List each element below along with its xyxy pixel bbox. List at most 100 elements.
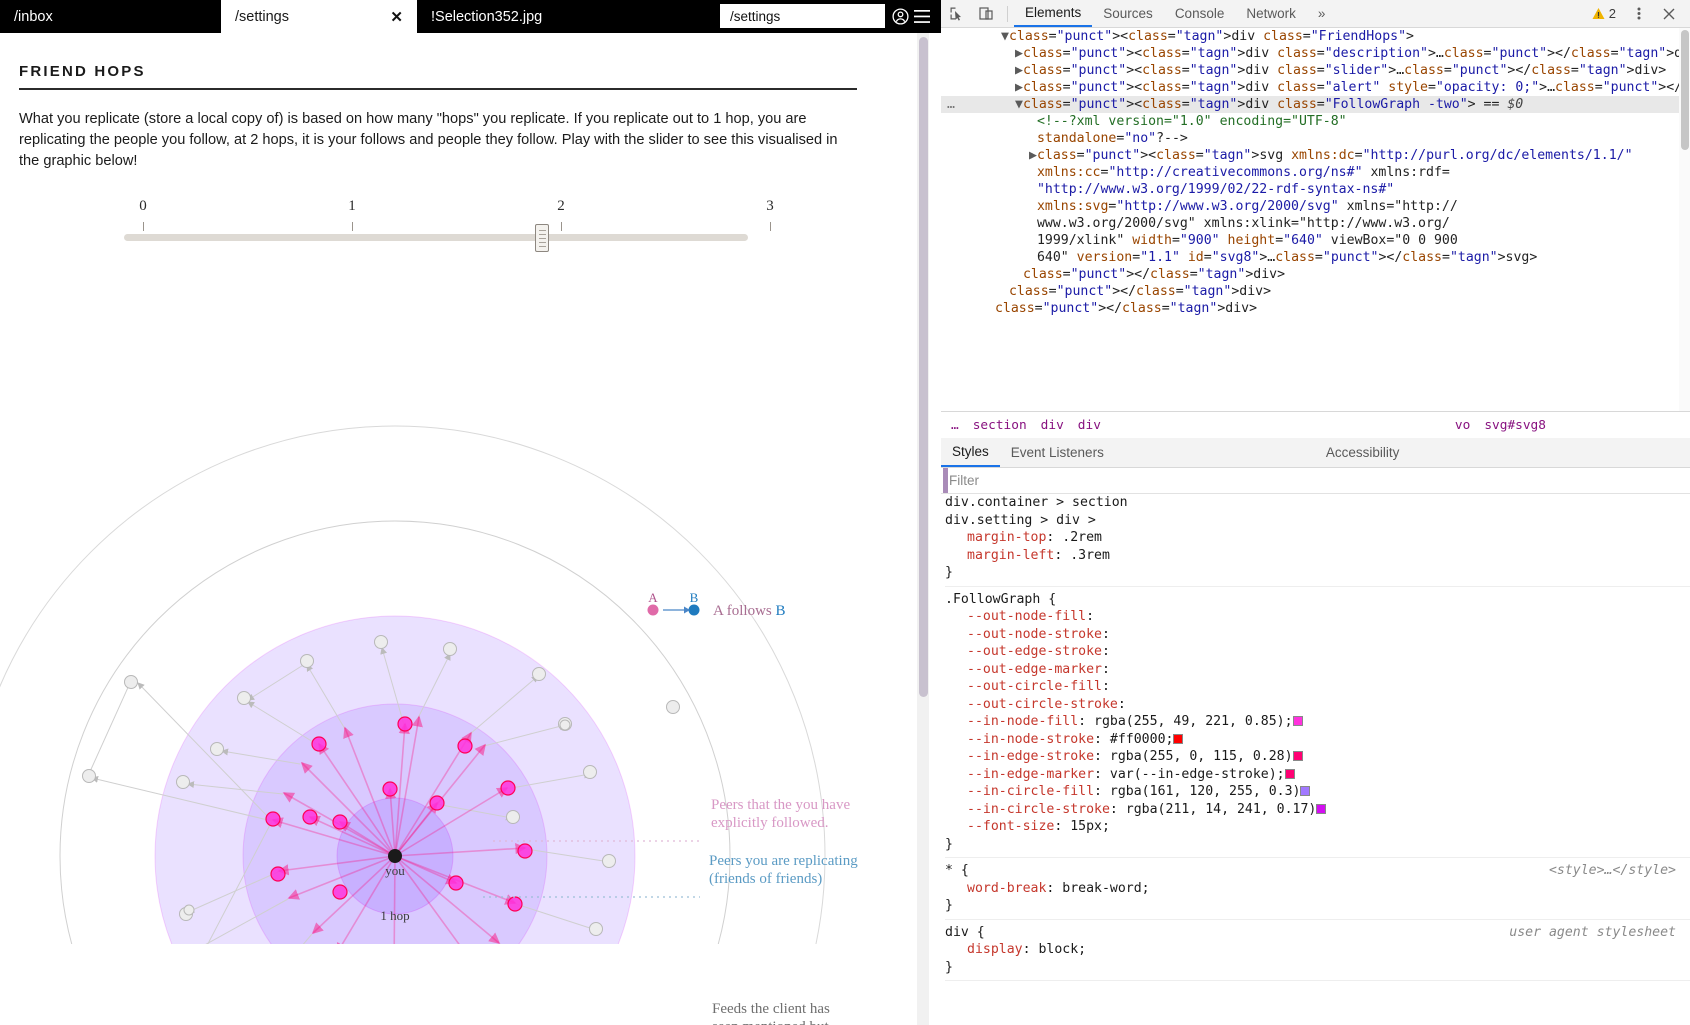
dom-node-line[interactable]: ▶class="punct"><class="tagn">svg xmlns:d… xyxy=(941,147,1690,164)
dom-expand-triangle[interactable] xyxy=(1029,216,1037,231)
dom-expand-triangle[interactable] xyxy=(1001,284,1009,299)
dom-expand-triangle[interactable]: ▶ xyxy=(1029,148,1037,163)
dom-tree[interactable]: ▼class="punct"><class="tagn">div class="… xyxy=(941,28,1690,411)
dom-node-line[interactable]: 1999/xlink" width="900" height="640" vie… xyxy=(941,232,1690,249)
inspect-element-icon[interactable] xyxy=(941,1,971,27)
tab-console[interactable]: Console xyxy=(1164,0,1236,27)
dom-expand-triangle[interactable] xyxy=(1015,267,1023,282)
dom-node-line[interactable]: … ▼class="punct"><class="tagn">div class=… xyxy=(941,96,1690,113)
tab-styles[interactable]: Styles xyxy=(941,438,1000,467)
browser-tab-settings[interactable]: /settings ✕ xyxy=(221,0,417,33)
page-scrollbar-track[interactable] xyxy=(917,33,929,1025)
css-declaration[interactable]: --out-node-fill: xyxy=(945,608,1690,626)
dom-expand-triangle[interactable]: ▼ xyxy=(1015,97,1023,112)
css-declaration[interactable]: --in-circle-stroke: rgba(211, 14, 241, 0… xyxy=(945,801,1690,819)
css-color-swatch[interactable] xyxy=(1284,768,1295,779)
slider-track[interactable] xyxy=(124,234,748,242)
tab-event-listeners[interactable]: Event Listeners xyxy=(1000,438,1115,467)
dom-node-line[interactable]: xmlns:cc="http://creativecommons.org/ns#… xyxy=(941,164,1690,181)
profile-icon[interactable] xyxy=(889,5,911,27)
dom-node-line[interactable]: ▶class="punct"><class="tagn">div class="… xyxy=(941,79,1690,96)
more-tabs-button[interactable]: » xyxy=(1307,0,1337,27)
css-declaration[interactable]: --in-edge-marker: var(--in-edge-stroke); xyxy=(945,766,1690,784)
css-declaration[interactable]: --in-node-stroke: #ff0000; xyxy=(945,731,1690,749)
dom-node-line[interactable]: class="punct"></class="tagn">div> xyxy=(941,300,1690,317)
css-color-swatch[interactable] xyxy=(1292,751,1303,761)
page-scrollbar-thumb[interactable] xyxy=(919,37,928,697)
dom-node-line[interactable]: 640" version="1.1" id="svg8">…class="pun… xyxy=(941,249,1690,266)
dom-expand-triangle[interactable]: ▶ xyxy=(1015,63,1023,78)
breadcrumb-item[interactable]: div xyxy=(1078,418,1101,433)
css-declaration[interactable]: --in-node-fill: rgba(255, 49, 221, 0.85)… xyxy=(945,713,1690,731)
device-toolbar-icon[interactable] xyxy=(971,1,1001,27)
css-declaration[interactable]: --out-edge-stroke: xyxy=(945,643,1690,661)
css-declaration[interactable]: --in-circle-fill: rgba(161, 120, 255, 0.… xyxy=(945,783,1690,801)
css-rule[interactable]: div.container > section div.setting > div… xyxy=(945,494,1690,587)
dom-node-line[interactable]: xmlns:svg="http://www.w3.org/2000/svg" x… xyxy=(941,198,1690,215)
dom-node-line[interactable]: <!--?xml version="1.0" encoding="UTF-8" xyxy=(941,113,1690,130)
css-declaration[interactable]: --font-size: 15px; xyxy=(945,818,1690,836)
dom-expand-triangle[interactable] xyxy=(1029,165,1037,180)
css-color-swatch[interactable] xyxy=(1300,786,1311,796)
hops-slider[interactable]: 0 1 2 3 xyxy=(19,198,779,258)
breadcrumb-item[interactable]: div xyxy=(1041,418,1064,433)
css-rule[interactable]: .FollowGraph {--out-node-fill: --out-node… xyxy=(945,591,1690,858)
dom-expand-triangle[interactable] xyxy=(1029,182,1037,197)
dom-node-line[interactable]: www.w3.org/2000/svg" xmlns:xlink="http:/… xyxy=(941,215,1690,232)
css-rules-list[interactable]: div.container > section div.setting > div… xyxy=(941,494,1690,1025)
dom-expand-triangle[interactable] xyxy=(1029,199,1037,214)
css-declaration[interactable]: margin-top: .2rem xyxy=(945,529,1690,547)
css-declaration[interactable]: margin-left: .3rem xyxy=(945,547,1690,565)
slider-thumb[interactable] xyxy=(535,224,549,253)
dom-expand-triangle[interactable] xyxy=(987,301,995,316)
dom-expand-triangle[interactable] xyxy=(1029,250,1037,265)
css-color-swatch[interactable] xyxy=(1292,716,1303,726)
status-badge[interactable]: 2 xyxy=(1592,6,1616,21)
dom-node-line[interactable]: ▼class="punct"><class="tagn">div class="… xyxy=(941,28,1690,45)
close-icon[interactable]: ✕ xyxy=(390,8,403,26)
browser-tab-inbox[interactable]: /inbox xyxy=(0,0,221,33)
dom-expand-triangle[interactable] xyxy=(1029,233,1037,248)
css-selector[interactable]: .FollowGraph { xyxy=(945,591,1690,609)
tab-network[interactable]: Network xyxy=(1235,0,1307,27)
breadcrumb-item[interactable]: section xyxy=(973,418,1027,433)
dom-node-line[interactable]: ▶class="punct"><class="tagn">div class="… xyxy=(941,62,1690,79)
css-declaration[interactable]: --out-edge-marker: xyxy=(945,661,1690,679)
css-declaration[interactable]: --out-circle-stroke: xyxy=(945,696,1690,714)
breadcrumb-item[interactable]: vo xyxy=(1455,418,1470,433)
dom-scrollbar-track[interactable] xyxy=(1679,28,1690,411)
dom-node-line[interactable]: class="punct"></class="tagn">div> xyxy=(941,266,1690,283)
dom-node-line[interactable]: "http://www.w3.org/1999/02/22-rdf-syntax… xyxy=(941,181,1690,198)
tab-elements[interactable]: Elements xyxy=(1014,0,1093,27)
dom-node-line[interactable]: ▶class="punct"><class="tagn">div class="… xyxy=(941,45,1690,62)
css-declaration[interactable]: --out-circle-fill: xyxy=(945,678,1690,696)
dom-expand-triangle[interactable]: ▶ xyxy=(1015,46,1023,61)
dom-ellipsis-button[interactable]: … xyxy=(947,96,955,113)
hamburger-menu-icon[interactable] xyxy=(911,5,933,27)
styles-filter-input[interactable]: Filter xyxy=(941,468,1690,494)
tab-sources[interactable]: Sources xyxy=(1092,0,1164,27)
css-declaration[interactable]: word-break: break-word; xyxy=(945,880,1690,898)
css-declaration[interactable]: --in-edge-stroke: rgba(255, 0, 115, 0.28… xyxy=(945,748,1690,766)
dom-node-line[interactable]: class="punct"></class="tagn">div> xyxy=(941,283,1690,300)
breadcrumb-item[interactable]: svg#svg8 xyxy=(1484,418,1546,433)
dom-expand-triangle[interactable] xyxy=(1029,114,1037,129)
css-declaration[interactable]: display: block; xyxy=(945,941,1690,959)
css-declaration[interactable]: --out-node-stroke: xyxy=(945,626,1690,644)
tab-accessibility[interactable]: Accessibility xyxy=(1315,438,1411,467)
dom-node-line[interactable]: standalone="no"?--> xyxy=(941,130,1690,147)
css-color-swatch[interactable] xyxy=(1316,803,1327,814)
dom-expand-triangle[interactable] xyxy=(1029,131,1037,146)
more-options-icon[interactable] xyxy=(1624,1,1654,27)
css-rule[interactable]: <style>…</style> * {word-break: break-wor… xyxy=(945,862,1690,920)
dom-expand-triangle[interactable]: ▼ xyxy=(1001,29,1009,44)
dom-scrollbar-thumb[interactable] xyxy=(1681,30,1689,150)
css-selector[interactable]: div.container > section xyxy=(945,494,1690,512)
css-selector[interactable]: div.setting > div > xyxy=(945,512,1690,530)
breadcrumb[interactable]: … section div div vo svg#svg8 xyxy=(941,411,1690,438)
address-bar[interactable]: /settings xyxy=(720,4,885,28)
css-rule[interactable]: user agent stylesheet div {display: block… xyxy=(945,924,1690,981)
css-color-swatch[interactable] xyxy=(1173,733,1184,744)
breadcrumb-item[interactable]: … xyxy=(951,418,959,433)
close-icon[interactable] xyxy=(1654,1,1684,27)
